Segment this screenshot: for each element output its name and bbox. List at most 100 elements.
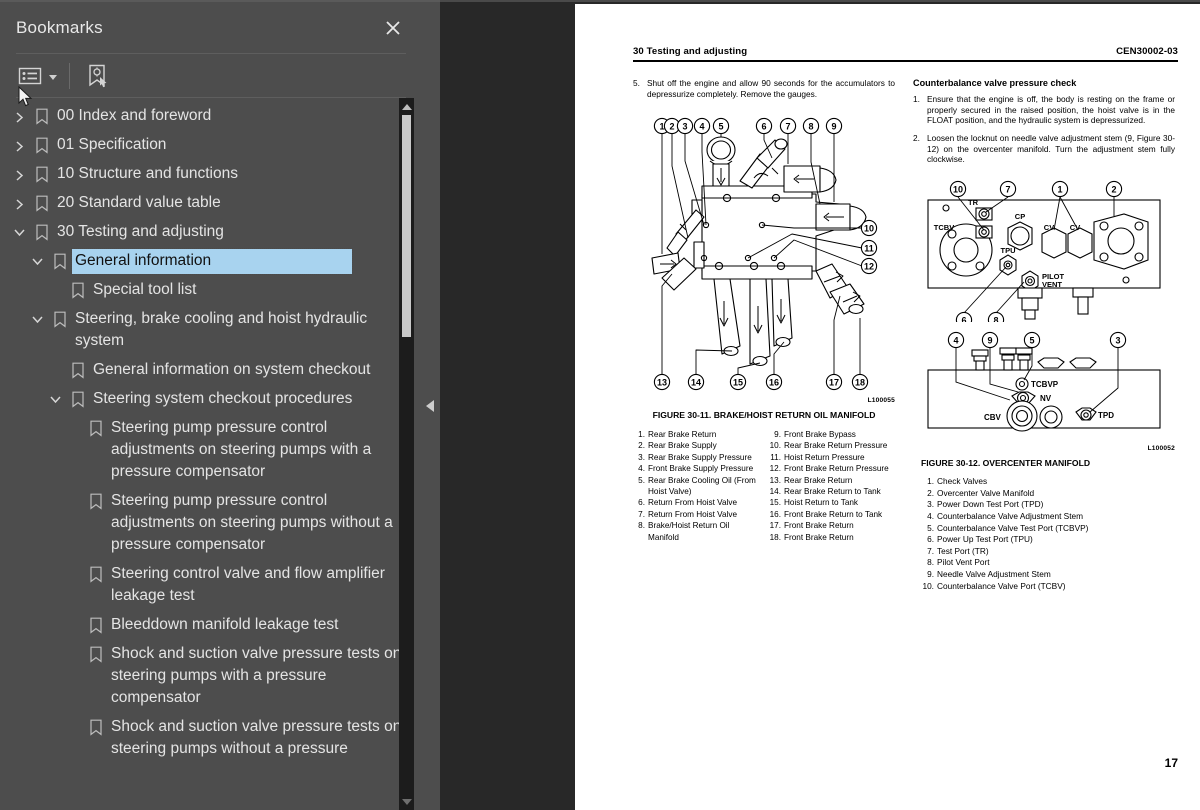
step-number: 1. [913,94,920,105]
bookmarks-scrollbar[interactable] [399,98,414,810]
legend-item: 1. Check Valves [921,476,1175,488]
step-text: Loosen the locknut on needle valve adjus… [927,132,1175,165]
bookmarks-tree[interactable]: 00 Index and foreword 01 Specification 10 … [0,98,420,810]
pdf-viewer[interactable]: 30 Testing and adjusting CEN30002-03 5. … [440,0,1200,810]
bookmark-tree-item[interactable]: Shock and suction valve pressure tests o… [0,713,420,764]
panel-splitter[interactable] [420,0,440,810]
new-bookmark-icon[interactable] [84,61,110,91]
svg-text:TR: TR [968,198,979,207]
svg-text:7: 7 [785,122,790,132]
legend-item: 3. Rear Brake Supply Pressure [633,452,759,463]
collapse-panel-button[interactable] [424,398,436,414]
bookmark-tree-item[interactable]: Bleeddown manifold leakage test [0,611,420,640]
scrollbar-up-arrow[interactable] [399,100,414,113]
pdf-page: 30 Testing and adjusting CEN30002-03 5. … [575,4,1200,810]
chevron-down-icon[interactable] [26,249,48,267]
bookmark-item-label: Steering control valve and flow amplifie… [111,565,385,604]
legend-item: 1. Rear Brake Return [633,429,759,440]
svg-text:TCBV: TCBV [934,223,954,232]
chevron-right-icon[interactable] [8,191,30,211]
close-icon[interactable] [380,15,406,41]
legend-number: 10. [769,441,781,451]
svg-text:TPU: TPU [1001,246,1016,255]
legend-number: 6. [638,498,645,508]
step-text: Shut off the engine and allow 90 seconds… [647,78,895,99]
bookmark-icon [66,358,90,379]
bookmark-tree-item[interactable]: 20 Standard value table [0,189,420,218]
bookmark-item-label: Steering, brake cooling and hoist hydrau… [75,310,368,349]
legend-number: 13. [769,475,781,485]
scrollbar-down-arrow[interactable] [399,795,414,808]
legend-column-a: 1. Rear Brake Return 2. Rear Brake Supply 3.… [633,429,759,543]
pdf-reader-window: Bookmarks 00 Index and foreword 01 Speci… [0,0,1200,810]
chevron-down-icon[interactable] [44,387,66,405]
twisty-spacer [62,642,84,649]
bookmark-tree-item[interactable]: 30 Testing and adjusting [0,218,420,247]
bookmark-tree-item[interactable]: 10 Structure and functions [0,160,420,189]
legend-text: Front Brake Bypass [784,429,856,439]
svg-text:NV: NV [1040,394,1052,403]
step-number: 2. [913,132,920,143]
chevron-left-icon [426,400,434,412]
document-running-header: 30 Testing and adjusting CEN30002-03 [633,46,1178,57]
svg-text:9: 9 [831,122,836,132]
legend-number: 5. [927,522,934,533]
chevron-right-icon[interactable] [8,133,30,153]
bookmarks-panel: Bookmarks 00 Index and foreword 01 Speci… [0,0,420,810]
list-options-icon[interactable] [16,63,59,89]
bookmark-tree-item[interactable]: General information on system checkout [0,356,420,385]
figure-30-12-legend: 1. Check Valves 2. Overcenter Valve Manifol… [921,476,1175,592]
figure-30-12-upper-diagram: TR TCBV CP CV CV TPU PILOT VENT 10 7 1 2… [927,180,1161,322]
chevron-right-icon[interactable] [8,162,30,182]
legend-item: 2. Rear Brake Supply [633,440,759,451]
legend-number: 2. [927,487,934,498]
chevron-right-icon[interactable] [8,104,30,124]
legend-item: 5. Rear Brake Cooling Oil (From Hoist Val… [633,475,759,498]
figure-30-11-id: L100055 [867,397,895,405]
bookmark-tree-item[interactable]: 00 Index and foreword [0,102,420,131]
figure-30-11-diagram: 12 3 4 5 6 7 8 9 10 11 12 13 14 15 16 17 18 [651,118,878,391]
bookmark-item-label: 20 Standard value table [57,194,221,211]
legend-number: 3. [927,499,934,510]
legend-item: 11. Hoist Return Pressure [769,452,895,463]
legend-number: 7. [638,509,645,519]
bookmark-item-label: 00 Index and foreword [57,107,212,124]
svg-text:14: 14 [691,378,701,388]
bookmark-tree-item[interactable]: 01 Specification [0,131,420,160]
bookmark-tree-item[interactable]: Special tool list [0,276,420,305]
procedure-step: 1. Ensure that the engine is off, the bo… [913,94,1175,126]
svg-text:1: 1 [1057,184,1062,194]
bookmark-tree-item[interactable]: Steering pump pressure control adjustmen… [0,487,420,560]
bookmark-tree-item[interactable]: Shock and suction valve pressure tests o… [0,640,420,713]
legend-text: Rear Brake Return to Tank [784,486,881,496]
bookmark-tree-item[interactable]: Steering pump pressure control adjustmen… [0,414,420,487]
chevron-down-icon[interactable] [26,307,48,325]
legend-number: 18. [769,532,781,542]
figure-30-12-lower-diagram: TCBVP NV CBV TPD 4 9 5 3 [927,331,1161,432]
legend-text: Overcenter Valve Manifold [937,487,1035,498]
bookmark-icon [84,562,108,583]
bookmark-tree-item[interactable]: General information [0,247,420,276]
legend-number: 15. [769,498,781,508]
twisty-spacer [62,416,84,423]
bookmark-tree-item[interactable]: Steering control valve and flow amplifie… [0,560,420,611]
svg-text:5: 5 [718,122,723,132]
legend-text: Front Brake Supply Pressure [648,464,754,474]
bookmark-tree-item[interactable]: Steering system checkout procedures [0,385,420,414]
scrollbar-thumb[interactable] [402,115,411,337]
svg-text:CV: CV [1070,223,1080,232]
bookmark-item-label: 01 Specification [57,136,167,153]
legend-item: 13. Rear Brake Return [769,475,895,486]
bookmark-item-label: Steering pump pressure control adjustmen… [111,419,372,480]
figure-30-12-caption: FIGURE 30-12. OVERCENTER MANIFOLD [921,457,1091,468]
bookmark-item-label: Shock and suction valve pressure tests o… [111,718,402,757]
svg-text:9: 9 [987,335,992,345]
legend-item: 6. Return From Hoist Valve [633,497,759,508]
bookmark-tree-item[interactable]: Steering, brake cooling and hoist hydrau… [0,305,420,356]
legend-item: 9. Front Brake Bypass [769,429,895,440]
legend-text: Rear Brake Supply [648,441,717,451]
svg-text:2: 2 [1111,184,1116,194]
bookmark-icon [84,416,108,437]
chevron-down-icon[interactable] [8,220,30,238]
svg-text:CV: CV [1044,223,1054,232]
